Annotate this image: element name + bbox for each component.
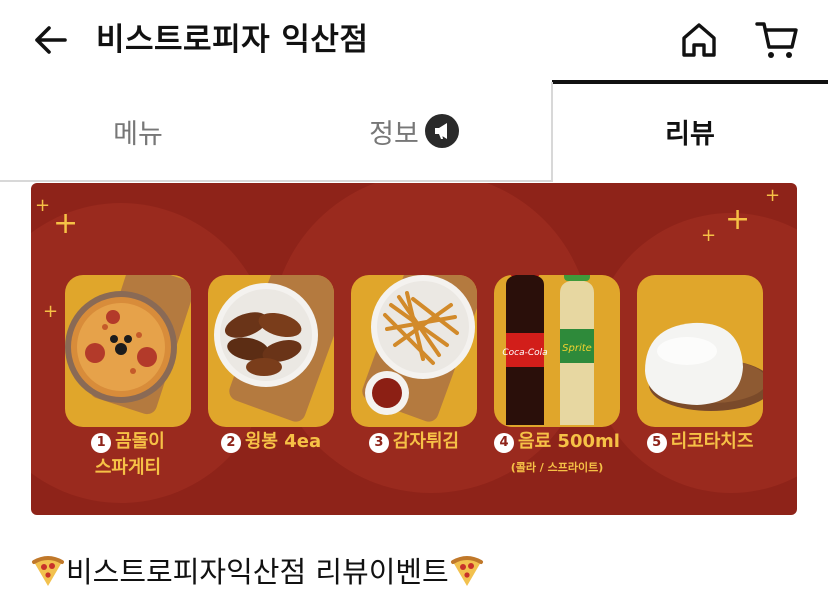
sparkle-icon: +: [765, 185, 781, 206]
item-number-badge: 3: [368, 433, 389, 453]
menu-item-caption: 5 리코타치즈: [625, 429, 775, 455]
item-label: 리코타치즈: [670, 431, 754, 452]
svg-text:Sprite: Sprite: [562, 343, 592, 354]
menu-banner: + + + + + + Coca-Cola Sprite 1 곰돌이 스파게티 …: [31, 183, 797, 515]
megaphone-icon: [424, 114, 459, 148]
menu-item-caption: 4 음료 500ml: [482, 429, 632, 455]
pizza-icon: [30, 552, 66, 588]
cart-icon: [755, 22, 798, 58]
tab-menu-label: 메뉴: [113, 118, 163, 150]
tab-review[interactable]: 리뷰: [552, 80, 828, 182]
svg-text:Coca-Cola: Coca-Cola: [502, 348, 547, 358]
app-header: 비스트로피자 익산점: [0, 0, 828, 80]
cart-button[interactable]: [752, 16, 802, 64]
item-label-line2: 스파게티: [94, 457, 162, 478]
home-button[interactable]: [676, 18, 722, 62]
sparkle-icon: +: [53, 206, 79, 241]
item-label: 윙봉 4ea: [244, 431, 322, 452]
sparkle-icon: +: [725, 202, 751, 237]
menu-item-card: [65, 275, 191, 427]
tab-bar: 메뉴 정보 리뷰: [0, 80, 828, 182]
sparkle-icon: +: [701, 225, 717, 246]
menu-item-caption: 1 곰돌이 스파게티: [53, 429, 203, 481]
review-event-heading: 비스트로피자익산점 리뷰이벤트: [30, 544, 485, 596]
drinks-image: Coca-Cola Sprite: [502, 275, 594, 425]
tab-info-label: 정보: [369, 118, 419, 150]
item-label: 감자튀김: [392, 431, 460, 452]
french-fries-image: [362, 275, 477, 422]
menu-item-caption: 2 윙봉 4ea: [196, 429, 346, 455]
menu-item-card: Coca-Cola Sprite: [494, 275, 620, 427]
tab-menu[interactable]: 메뉴: [0, 80, 276, 182]
spaghetti-image: [65, 275, 191, 415]
item-number-badge: 5: [646, 433, 667, 453]
arrow-left-icon: [35, 26, 67, 54]
menu-item-card: [351, 275, 477, 427]
item-label: 음료 500ml: [518, 431, 620, 452]
sparkle-icon: +: [35, 195, 51, 216]
tab-review-label: 리뷰: [665, 118, 715, 150]
page-title: 비스트로피자 익산점: [96, 22, 369, 58]
event-title: 비스트로피자익산점 리뷰이벤트: [66, 555, 449, 589]
item-number-badge: 1: [91, 433, 112, 453]
chicken-wings-image: [214, 275, 334, 422]
ricotta-cheese-image: [645, 322, 763, 411]
tab-info[interactable]: 정보: [276, 80, 552, 182]
menu-item-card: [637, 275, 763, 427]
menu-item-caption: 3 감자튀김: [339, 429, 489, 455]
item-number-badge: 4: [494, 433, 515, 453]
back-button[interactable]: [28, 20, 72, 60]
item-label: 곰돌이: [115, 431, 165, 452]
menu-item-card: [208, 275, 334, 427]
item-sub-label: (콜라 / 스프라이트): [510, 461, 604, 474]
sparkle-icon: +: [43, 301, 59, 322]
pizza-icon: [449, 552, 485, 588]
item-number-badge: 2: [220, 433, 241, 453]
home-icon: [682, 23, 716, 57]
